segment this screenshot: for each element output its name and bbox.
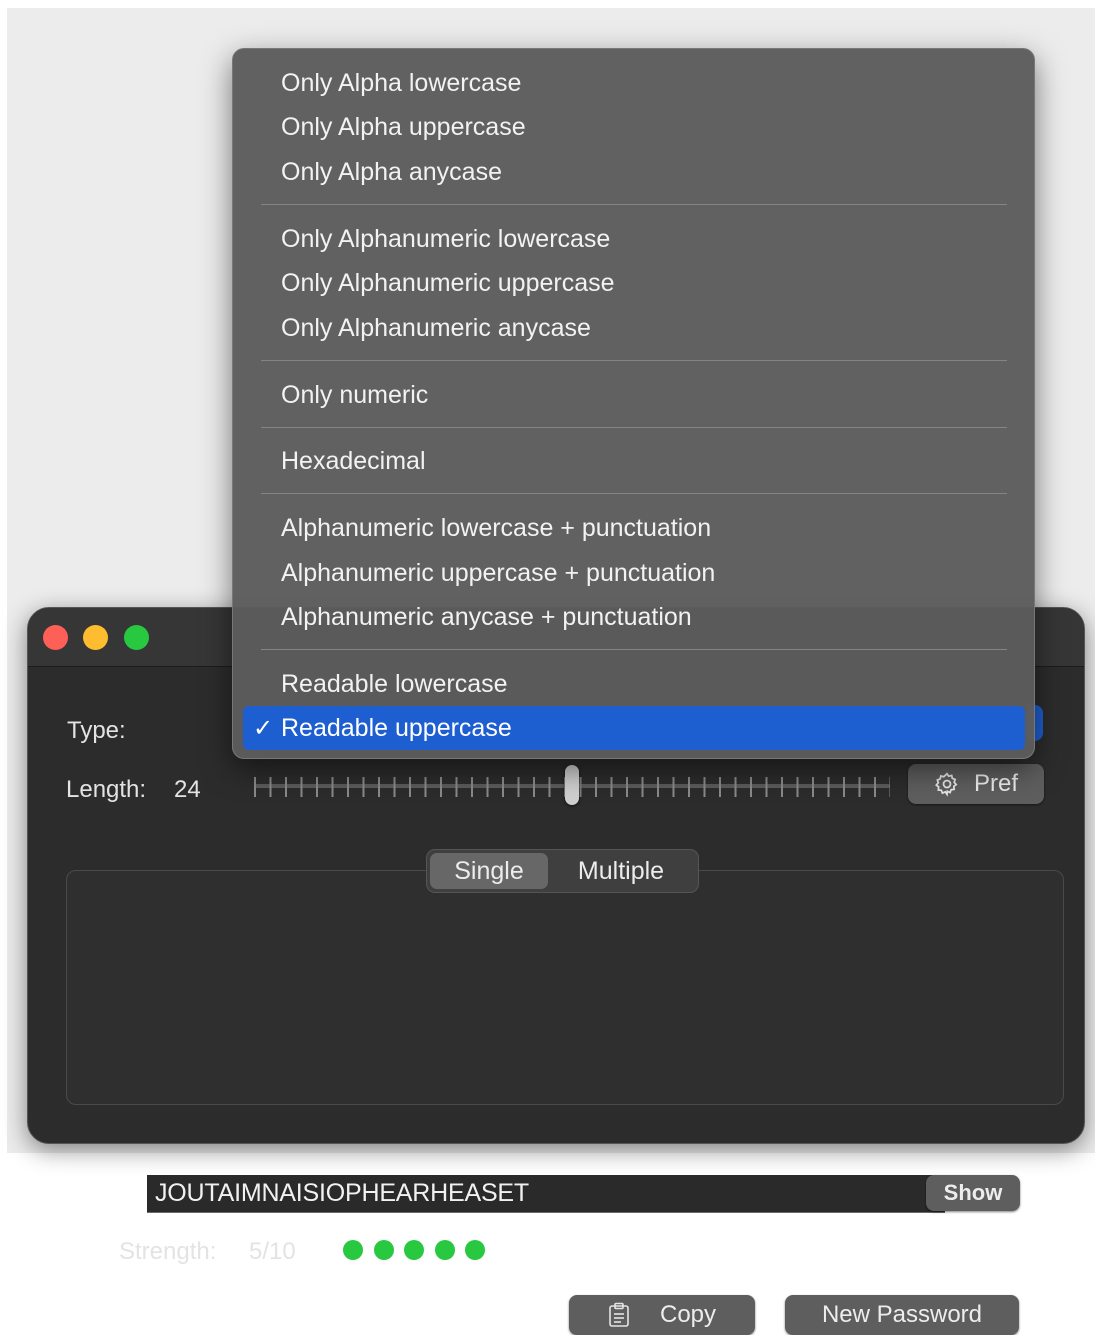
checkmark-icon: ✓ <box>253 714 274 742</box>
type-dropdown-menu: Only Alpha lowercase Only Alpha uppercas… <box>232 48 1035 759</box>
new-password-button[interactable]: New Password <box>785 1295 1019 1335</box>
strength-label: Strength: <box>119 1238 217 1265</box>
strength-dot <box>465 1240 485 1260</box>
close-icon[interactable] <box>43 625 68 650</box>
menu-separator <box>261 204 1007 205</box>
strength-value: 5/10 <box>249 1238 296 1265</box>
menu-item-only-alpha-uppercase[interactable]: Only Alpha uppercase <box>281 107 526 147</box>
menu-separator <box>261 427 1007 428</box>
strength-dot <box>434 1240 455 1260</box>
menu-item-label: Readable uppercase <box>281 713 512 742</box>
menu-item-only-alphanumeric-lowercase[interactable]: Only Alphanumeric lowercase <box>281 219 610 259</box>
menu-item-hexadecimal[interactable]: Hexadecimal <box>281 441 426 481</box>
password-field[interactable]: JOUTAIMNAISIOPHEARHEASET <box>147 1175 945 1213</box>
menu-item-readable-lowercase[interactable]: Readable lowercase <box>281 664 508 704</box>
tab-multiple[interactable]: Multiple <box>551 853 691 889</box>
menu-item-only-numeric[interactable]: Only numeric <box>281 375 428 415</box>
strength-dot <box>343 1240 363 1260</box>
strength-dot <box>373 1240 394 1260</box>
minimize-icon[interactable] <box>83 625 108 650</box>
zoom-icon[interactable] <box>124 625 149 650</box>
tab-single[interactable]: Single <box>430 853 548 889</box>
menu-item-only-alphanumeric-anycase[interactable]: Only Alphanumeric anycase <box>281 308 591 348</box>
menu-item-alphanumeric-lowercase-punctuation[interactable]: Alphanumeric lowercase + punctuation <box>281 508 711 548</box>
menu-item-alphanumeric-uppercase-punctuation[interactable]: Alphanumeric uppercase + punctuation <box>281 553 715 593</box>
password-group-box: JOUTAIMNAISIOPHEARHEASET Show Strength: … <box>66 870 1064 1335</box>
menu-item-only-alpha-anycase[interactable]: Only Alpha anycase <box>281 152 502 192</box>
copy-button[interactable]: Copy <box>569 1295 755 1335</box>
menu-separator <box>261 649 1007 650</box>
clipboard-icon <box>609 1302 629 1327</box>
type-label: Type: <box>67 717 126 744</box>
pref-button[interactable]: Pref <box>908 764 1044 804</box>
menu-separator <box>261 493 1007 494</box>
mode-segmented-control[interactable]: Single Multiple <box>426 849 699 893</box>
length-value: 24 <box>174 776 201 803</box>
show-button[interactable]: Show <box>926 1175 1020 1211</box>
strength-dot <box>404 1240 424 1260</box>
pref-button-label: Pref <box>973 770 1018 797</box>
length-slider-thumb[interactable] <box>565 765 579 805</box>
length-label: Length: <box>66 776 147 803</box>
menu-item-only-alphanumeric-uppercase[interactable]: Only Alphanumeric uppercase <box>281 263 615 303</box>
gear-icon <box>934 772 958 797</box>
copy-button-label: Copy <box>659 1301 717 1328</box>
menu-item-readable-uppercase[interactable]: ✓ Readable uppercase <box>243 706 1025 750</box>
menu-item-only-alpha-lowercase[interactable]: Only Alpha lowercase <box>281 63 521 103</box>
menu-separator <box>261 360 1007 361</box>
menu-item-alphanumeric-anycase-punctuation[interactable]: Alphanumeric anycase + punctuation <box>281 597 692 637</box>
